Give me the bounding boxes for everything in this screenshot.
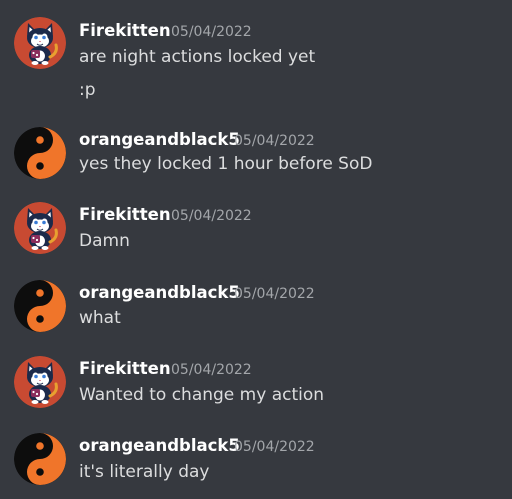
- message-text: it's literally day: [79, 462, 210, 482]
- message-timestamp: 05/04/2022: [234, 286, 315, 302]
- message-timestamp: 05/04/2022: [171, 24, 252, 40]
- message-username[interactable]: Firekitten: [79, 205, 171, 225]
- message-text: Damn: [79, 231, 130, 251]
- cat-avatar-icon[interactable]: [14, 17, 66, 69]
- message-username[interactable]: Firekitten: [79, 359, 171, 379]
- message-group: orangeandblack5 05/04/2022 what: [0, 267, 512, 344]
- message-timestamp: 05/04/2022: [171, 362, 252, 378]
- cat-avatar-icon[interactable]: [14, 202, 66, 254]
- chat-message-list: Firekitten 05/04/2022 are night actions …: [0, 0, 512, 499]
- cat-avatar-icon[interactable]: [14, 356, 66, 408]
- yin-yang-avatar-icon[interactable]: [14, 280, 66, 332]
- message-group: Firekitten 05/04/2022 Damn: [0, 190, 512, 267]
- message-username[interactable]: orangeandblack5: [79, 283, 240, 303]
- message-group: Firekitten 05/04/2022 Wanted to change m…: [0, 344, 512, 421]
- message-username[interactable]: orangeandblack5: [79, 130, 240, 150]
- message-group: Firekitten 05/04/2022 are night actions …: [0, 0, 512, 113]
- message-group: orangeandblack5 05/04/2022 yes they lock…: [0, 113, 512, 190]
- message-timestamp: 05/04/2022: [234, 439, 315, 455]
- yin-yang-avatar-icon[interactable]: [14, 433, 66, 485]
- message-text: what: [79, 308, 121, 328]
- message-group: orangeandblack5 05/04/2022 it's literall…: [0, 421, 512, 499]
- yin-yang-avatar-icon[interactable]: [14, 127, 66, 179]
- message-text: :p: [79, 80, 96, 100]
- message-username[interactable]: orangeandblack5: [79, 436, 240, 456]
- message-text: are night actions locked yet: [79, 47, 316, 67]
- message-timestamp: 05/04/2022: [171, 208, 252, 224]
- message-text: Wanted to change my action: [79, 385, 325, 405]
- message-username[interactable]: Firekitten: [79, 21, 171, 41]
- message-text: yes they locked 1 hour before SoD: [79, 154, 373, 174]
- message-timestamp: 05/04/2022: [234, 133, 315, 149]
